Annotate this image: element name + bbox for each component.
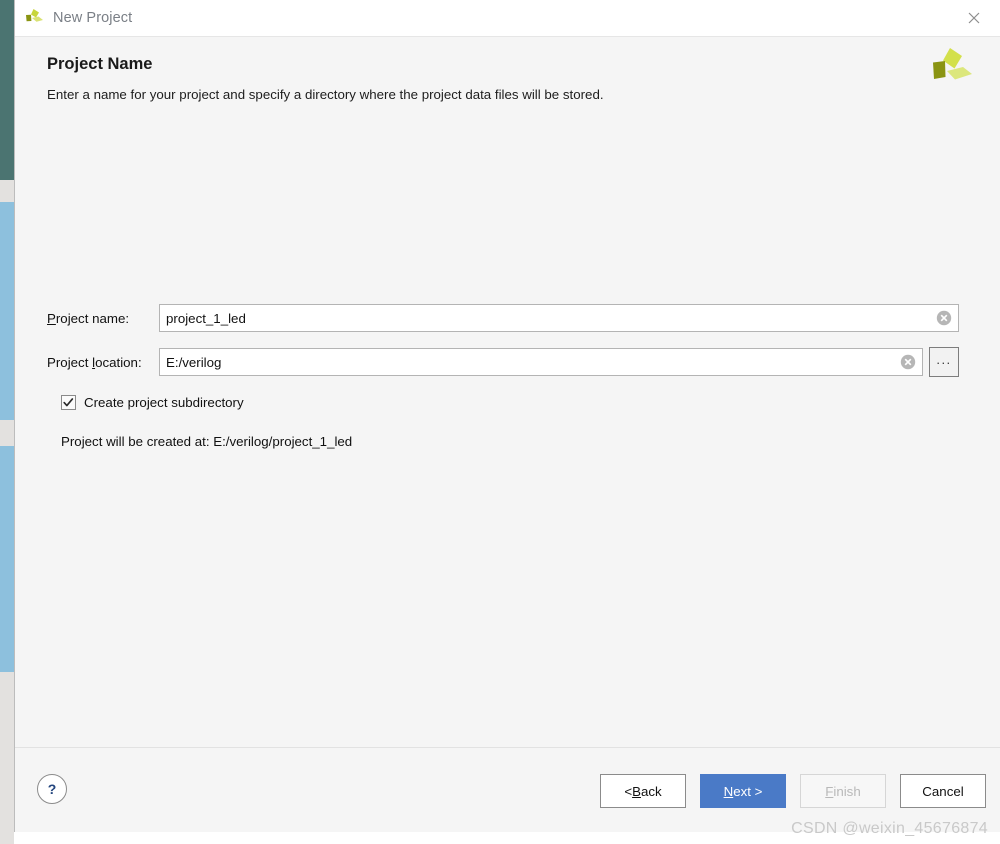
background-strip-band xyxy=(0,446,14,672)
finish-button: Finish xyxy=(800,774,886,808)
back-button[interactable]: < Back xyxy=(600,774,686,808)
project-location-value: E:/verilog xyxy=(166,354,222,370)
project-name-input[interactable]: project_1_led xyxy=(159,304,959,332)
dialog-body: Project name: project_1_led Project loca… xyxy=(15,123,1000,747)
project-name-label: Project name: xyxy=(47,310,130,326)
checkmark-icon xyxy=(63,398,74,407)
project-location-row: Project location: E:/verilog ... xyxy=(47,347,959,377)
project-location-input[interactable]: E:/verilog xyxy=(159,348,923,376)
page-subtitle: Enter a name for your project and specif… xyxy=(47,87,604,102)
close-icon[interactable] xyxy=(958,6,990,30)
clear-circle-icon[interactable] xyxy=(900,354,916,370)
background-strip-band xyxy=(0,202,14,420)
project-location-label: Project location: xyxy=(47,354,142,370)
page-title: Project Name xyxy=(47,55,153,73)
project-name-row: Project name: project_1_led xyxy=(47,304,959,332)
cancel-button[interactable]: Cancel xyxy=(900,774,986,808)
question-mark-icon: ? xyxy=(47,781,57,797)
background-strip-band xyxy=(0,0,14,180)
checkbox-box[interactable] xyxy=(61,395,76,410)
create-subdirectory-label: Create project subdirectory xyxy=(84,395,244,410)
create-subdirectory-checkbox[interactable]: Create project subdirectory xyxy=(61,395,244,410)
dialog-titlebar: New Project xyxy=(15,0,1000,37)
footer-button-group: < Back Next > Finish Cancel xyxy=(600,774,986,808)
background-app-left-strip xyxy=(0,0,14,844)
dialog-header: Project Name Enter a name for your proje… xyxy=(15,37,1000,123)
browse-directory-button[interactable]: ... xyxy=(929,347,959,377)
project-name-value: project_1_led xyxy=(166,310,246,326)
ellipsis-icon: ... xyxy=(936,351,952,367)
dialog-title: New Project xyxy=(53,10,133,26)
background-strip-band xyxy=(0,672,14,844)
new-project-dialog: New Project Project Name Enter a name fo… xyxy=(14,0,1000,832)
project-created-path-text: Project will be created at: E:/verilog/p… xyxy=(61,434,353,449)
clear-circle-icon[interactable] xyxy=(936,310,952,326)
next-button[interactable]: Next > xyxy=(700,774,786,808)
dialog-footer: ? < Back Next > Finish Cancel xyxy=(15,747,1000,832)
xilinx-logo-icon xyxy=(926,46,974,92)
background-strip-band xyxy=(0,420,14,446)
vivado-logo-icon xyxy=(23,8,45,28)
background-strip-band xyxy=(0,180,14,202)
help-button[interactable]: ? xyxy=(37,774,67,804)
